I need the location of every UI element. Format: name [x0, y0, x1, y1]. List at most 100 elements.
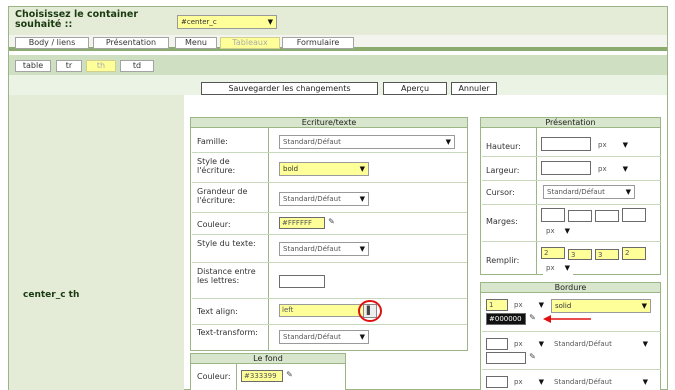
- chevron-down-icon: ▼: [538, 340, 544, 348]
- subtab-td[interactable]: td: [120, 60, 154, 72]
- margins-unit-select[interactable]: px ▼: [543, 225, 573, 239]
- border2-unit-select[interactable]: px ▼: [511, 338, 547, 352]
- save-button[interactable]: Sauvegarder les changements: [201, 82, 378, 95]
- width-input[interactable]: [541, 161, 591, 175]
- height-unit-select[interactable]: px ▼: [595, 139, 631, 153]
- bg-color-input[interactable]: #333399: [241, 370, 283, 382]
- padding-bottom-input[interactable]: 3: [595, 249, 619, 260]
- border-title: Bordure: [481, 283, 660, 293]
- family-value: Standard/Défaut: [283, 138, 341, 146]
- family-select[interactable]: Standard/Défaut ▼: [279, 135, 455, 149]
- border3-unit-select[interactable]: px ▼: [511, 376, 547, 390]
- tab-tableaux[interactable]: Tableaux: [220, 37, 280, 49]
- letter-spacing-input[interactable]: [279, 275, 325, 288]
- text-color-input[interactable]: #FFFFFF: [279, 217, 325, 229]
- tab-menu[interactable]: Menu: [175, 37, 217, 49]
- height-label: Hauteur:: [486, 142, 521, 151]
- padding-label: Remplir:: [486, 256, 520, 265]
- border2-style-select[interactable]: Standard/Défaut ▼: [551, 338, 651, 352]
- cursor-value: Standard/Défaut: [547, 188, 605, 196]
- preview-button[interactable]: Aperçu: [383, 82, 447, 95]
- margin-left-input[interactable]: [622, 208, 646, 222]
- color-picker-icon[interactable]: ✎: [284, 370, 295, 380]
- size-value: Standard/Défaut: [283, 195, 341, 203]
- subtab-tr[interactable]: tr: [56, 60, 82, 72]
- border-style-value: solid: [555, 302, 572, 310]
- color-picker-icon[interactable]: ✎: [527, 352, 538, 362]
- background-box: Le fond Couleur: #333399 ✎: [190, 353, 346, 390]
- color-label: Couleur:: [197, 220, 231, 229]
- style-label: Style de l'écriture:: [197, 157, 236, 175]
- border-width-input[interactable]: 1: [486, 299, 508, 311]
- chevron-down-icon: ▼: [359, 333, 365, 341]
- border-style-select[interactable]: solid ▼: [551, 299, 651, 313]
- textstyle-label: Style du texte:: [197, 239, 256, 248]
- chevron-down-icon: ▼: [538, 378, 544, 386]
- text-align-input[interactable]: left: [279, 304, 365, 317]
- color-picker-icon[interactable]: ✎: [326, 217, 337, 227]
- transform-value: Standard/Défaut: [283, 333, 341, 341]
- size-select[interactable]: Standard/Défaut ▼: [279, 192, 369, 206]
- tab-presentation[interactable]: Présentation: [93, 37, 169, 49]
- chevron-down-icon: ▼: [564, 227, 570, 235]
- color-picker-icon[interactable]: ✎: [527, 313, 538, 323]
- chevron-down-icon: ▼: [641, 302, 647, 310]
- height-input[interactable]: [541, 137, 591, 151]
- chevron-down-icon: ▼: [625, 188, 631, 196]
- textstyle-value: Standard/Défaut: [283, 245, 341, 253]
- padding-unit-select[interactable]: px ▼: [543, 262, 573, 276]
- transform-label: Text-transform:: [197, 328, 258, 337]
- chevron-down-icon: ▼: [642, 378, 648, 386]
- margin-right-input[interactable]: [568, 210, 592, 222]
- container-title: Choisissez le container souhaité ::: [15, 9, 139, 30]
- margin-top-input[interactable]: [541, 208, 565, 222]
- cursor-select[interactable]: Standard/Défaut ▼: [543, 185, 635, 199]
- border2-width-input[interactable]: [486, 338, 508, 350]
- border3-style-select[interactable]: Standard/Défaut ▼: [551, 376, 651, 390]
- background-title: Le fond: [191, 354, 345, 364]
- arrow-annotation: [543, 315, 591, 323]
- padding-top-input[interactable]: 2: [541, 247, 565, 259]
- element-panel: center_c th: [9, 95, 184, 390]
- margin-bottom-input[interactable]: [595, 210, 619, 222]
- textstyle-select[interactable]: Standard/Défaut ▼: [279, 242, 369, 256]
- spacing-label: Distance entre les lettres:: [197, 267, 256, 285]
- writing-title: Ecriture/texte: [191, 118, 467, 128]
- chevron-down-icon: ▼: [642, 340, 648, 348]
- bg-color-label: Couleur:: [197, 372, 231, 381]
- style-select[interactable]: bold ▼: [279, 162, 369, 176]
- border2-color-input[interactable]: [486, 352, 526, 364]
- border-box: Bordure 1 px ▼ solid ▼ #000000 ✎ px ▼ St…: [480, 282, 661, 390]
- chevron-down-icon: ▼: [267, 18, 273, 26]
- element-label: center_c th: [23, 290, 80, 300]
- border-unit-select[interactable]: px ▼: [511, 299, 547, 313]
- cursor-label: Cursor:: [486, 188, 515, 197]
- highlight-circle-annotation: [358, 300, 382, 322]
- subtab-th[interactable]: th: [86, 60, 116, 72]
- style-value: bold: [283, 165, 299, 173]
- align-label: Text align:: [197, 307, 238, 316]
- padding-left-input[interactable]: 2: [622, 247, 646, 260]
- presentation-title: Présentation: [481, 118, 660, 128]
- chevron-down-icon: ▼: [359, 165, 365, 173]
- chevron-down-icon: ▼: [359, 195, 365, 203]
- presentation-box: Présentation Hauteur: px ▼ Largeur: px ▼…: [480, 117, 661, 276]
- tab-body-links[interactable]: Body / liens: [15, 37, 89, 49]
- width-label: Largeur:: [486, 166, 520, 175]
- chevron-down-icon: ▼: [622, 165, 628, 173]
- border3-width-input[interactable]: [486, 376, 508, 388]
- padding-right-input[interactable]: 3: [568, 249, 592, 260]
- border-color-input[interactable]: #000000: [486, 313, 526, 325]
- sub-tab-bar: table tr th td: [9, 55, 667, 75]
- tab-formulaire[interactable]: Formulaire: [282, 37, 354, 49]
- chevron-down-icon: ▼: [538, 301, 544, 309]
- width-unit-select[interactable]: px ▼: [595, 163, 631, 177]
- container-select[interactable]: #center_c ▼: [177, 15, 277, 29]
- container-select-value: #center_c: [181, 18, 217, 26]
- transform-select[interactable]: Standard/Défaut ▼: [279, 330, 369, 344]
- main-tab-bar: Body / liens Présentation Menu Tableaux …: [9, 35, 667, 51]
- subtab-table[interactable]: table: [15, 60, 51, 72]
- size-label: Grandeur de l'écriture:: [197, 187, 248, 205]
- cancel-button[interactable]: Annuler: [451, 82, 497, 95]
- top-bar: Choisissez le container souhaité :: #cen…: [9, 7, 667, 35]
